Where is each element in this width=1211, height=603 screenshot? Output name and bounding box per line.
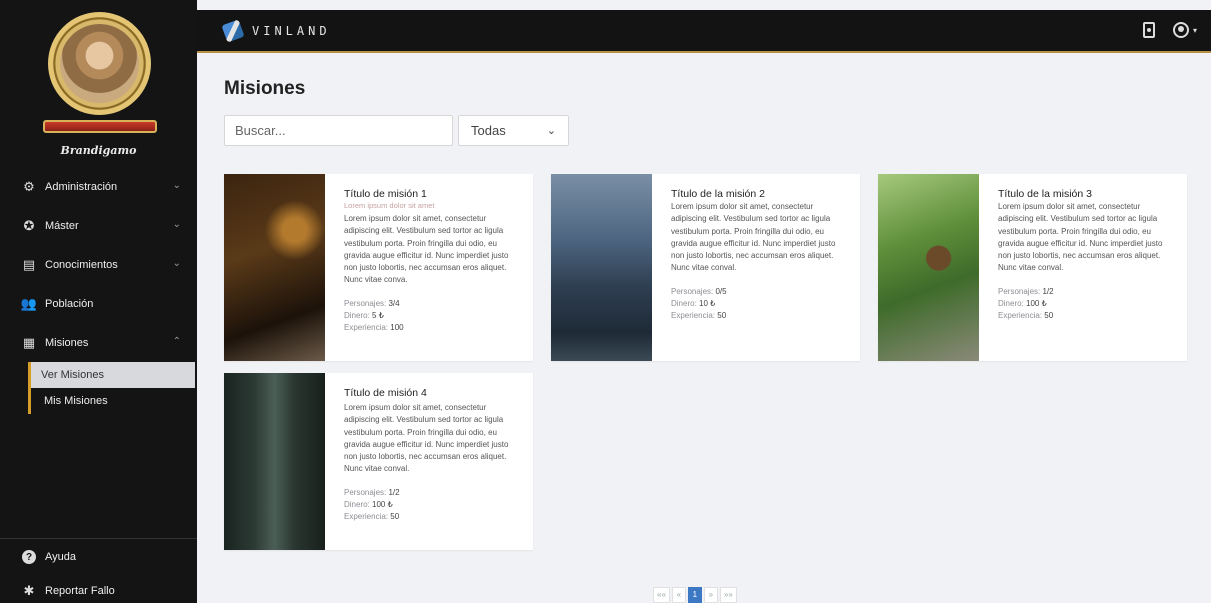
brand-logo[interactable]: VINLAND	[221, 19, 331, 43]
experience-value: 50	[390, 512, 400, 522]
users-cog-icon: ⚙	[23, 178, 35, 194]
mission-stats: Personajes: 1/2 Dinero: 100 ₺ Experienci…	[998, 286, 1175, 323]
sidebar-item-master[interactable]: ✪ Máster ⌄	[0, 206, 197, 245]
stat-label: Personajes:	[998, 286, 1041, 296]
chevron-down-icon: ⌄	[172, 219, 181, 230]
sidebar-item-label: Reportar Fallo	[45, 585, 115, 597]
sidebar: Brandigamo ⚙ Administración ⌄ ✪ Máster ⌄…	[0, 0, 197, 603]
sidebar-item-label: Conocimientos	[45, 258, 118, 271]
money-value: 100 ₺	[1026, 298, 1047, 308]
sidebar-item-misiones[interactable]: ▦ Misiones ⌃	[0, 323, 197, 362]
stat-label: Personajes:	[344, 487, 387, 497]
avatar	[60, 24, 139, 103]
profile-banner	[43, 120, 157, 133]
mission-image	[551, 174, 652, 361]
sidebar-item-ayuda[interactable]: ? Ayuda	[0, 541, 197, 573]
page-title: Misiones	[224, 78, 306, 99]
chevron-down-icon: ⌄	[172, 180, 181, 191]
sidebar-item-label: Ayuda	[45, 551, 76, 563]
experience-value: 50	[717, 311, 727, 321]
filter-select-value: Todas	[471, 123, 506, 138]
mission-title[interactable]: Título de misión 4	[344, 387, 521, 399]
stat-label: Personajes:	[344, 298, 387, 308]
characters-value: 1/2	[1042, 286, 1054, 296]
sidebar-item-label: Población	[45, 297, 94, 310]
character-sheet-icon[interactable]	[1142, 22, 1155, 38]
mission-image	[224, 373, 325, 550]
mission-image	[224, 174, 325, 361]
mission-title[interactable]: Título de la misión 2	[671, 188, 848, 200]
stat-label: Experiencia:	[344, 323, 389, 333]
stat-label: Personajes:	[671, 286, 714, 296]
page-prev-button[interactable]: «	[671, 587, 686, 603]
experience-value: 50	[1044, 311, 1054, 321]
brand-name: VINLAND	[252, 24, 331, 38]
mission-card[interactable]: Título de misión 1 Lorem ipsum dolor sit…	[224, 174, 533, 361]
sidebar-subitem-ver-misiones[interactable]: Ver Misiones	[28, 362, 195, 388]
sidebar-item-poblacion[interactable]: 👥 Población	[0, 284, 197, 323]
missions-icon: ▦	[22, 334, 36, 350]
mission-stats: Personajes: 1/2 Dinero: 100 ₺ Experienci…	[344, 487, 521, 524]
sidebar-item-label: Administración	[45, 180, 118, 193]
logo-icon	[221, 19, 245, 43]
mission-description: Lorem ipsum dolor sit amet, consectetur …	[344, 214, 509, 285]
pagination: «« « 1 » »»	[653, 587, 737, 603]
people-icon: 👥	[20, 295, 38, 311]
stat-label: Dinero:	[671, 298, 697, 308]
profile-name: Brandigamo	[60, 144, 137, 157]
chevron-down-icon: ⌄	[172, 258, 181, 269]
avatar-frame[interactable]	[48, 12, 151, 115]
mission-description: Lorem ipsum dolor sit amet, consectetur …	[671, 202, 836, 273]
book-icon: ▤	[22, 256, 36, 272]
stat-label: Dinero:	[344, 499, 370, 509]
mission-card[interactable]: Título de misión 4 Lorem ipsum dolor sit…	[224, 373, 533, 550]
chevron-up-icon: ⌃	[172, 336, 181, 347]
money-value: 5 ₺	[372, 310, 384, 320]
page-next-button[interactable]: »	[703, 587, 718, 603]
mission-card[interactable]: Título de la misión 2 Lorem ipsum dolor …	[551, 174, 860, 361]
sidebar-item-label: Misiones	[45, 336, 89, 349]
master-icon: ✪	[23, 217, 35, 233]
search-input[interactable]	[224, 115, 453, 146]
characters-value: 0/5	[715, 286, 727, 296]
sidebar-item-label: Máster	[45, 219, 79, 232]
top-actions: ▾	[1142, 22, 1197, 38]
mission-subtitle: Lorem ipsum dolor sit amet	[344, 201, 435, 210]
sidebar-item-reportar-fallo[interactable]: ✱ Reportar Fallo	[0, 575, 197, 603]
money-value: 100 ₺	[372, 499, 393, 509]
profile-panel: Brandigamo	[0, 0, 197, 165]
page-last-button[interactable]: »»	[719, 587, 737, 603]
help-icon: ?	[22, 550, 36, 564]
mission-title[interactable]: Título de la misión 3	[998, 188, 1175, 200]
experience-value: 100	[390, 323, 404, 333]
sidebar-item-conocimientos[interactable]: ▤ Conocimientos ⌄	[0, 245, 197, 284]
mission-image	[878, 174, 979, 361]
page-number-button[interactable]: 1	[687, 587, 702, 603]
mission-card[interactable]: Título de la misión 3 Lorem ipsum dolor …	[878, 174, 1187, 361]
sidebar-footer: ? Ayuda ✱ Reportar Fallo	[0, 538, 197, 603]
caret-down-icon: ▾	[1192, 25, 1197, 35]
chevron-down-icon: ⌄	[546, 125, 556, 137]
stat-label: Experiencia:	[344, 512, 389, 522]
stat-label: Dinero:	[998, 298, 1024, 308]
filter-select[interactable]: Todas ⌄	[458, 115, 569, 146]
page-first-button[interactable]: ««	[653, 587, 670, 603]
sidebar-nav: ⚙ Administración ⌄ ✪ Máster ⌄ ▤ Conocimi…	[0, 167, 197, 414]
stat-label: Dinero:	[344, 310, 370, 320]
user-menu-icon[interactable]	[1172, 22, 1189, 38]
characters-value: 1/2	[388, 487, 400, 497]
sidebar-item-administracion[interactable]: ⚙ Administración ⌄	[0, 167, 197, 206]
top-bar: VINLAND ▾	[197, 10, 1211, 53]
sidebar-subitem-mis-misiones[interactable]: Mis Misiones	[28, 388, 197, 414]
mission-stats: Personajes: 0/5 Dinero: 10 ₺ Experiencia…	[671, 286, 848, 323]
mission-stats: Personajes: 3/4 Dinero: 5 ₺ Experiencia:…	[344, 298, 521, 335]
characters-value: 3/4	[388, 298, 400, 308]
money-value: 10 ₺	[699, 298, 716, 308]
mission-title[interactable]: Título de misión 1	[344, 188, 521, 200]
bug-icon: ✱	[23, 583, 35, 598]
stat-label: Experiencia:	[671, 311, 716, 321]
mission-description: Lorem ipsum dolor sit amet, consectetur …	[998, 202, 1163, 273]
stat-label: Experiencia:	[998, 311, 1043, 321]
mission-description: Lorem ipsum dolor sit amet, consectetur …	[344, 403, 509, 474]
